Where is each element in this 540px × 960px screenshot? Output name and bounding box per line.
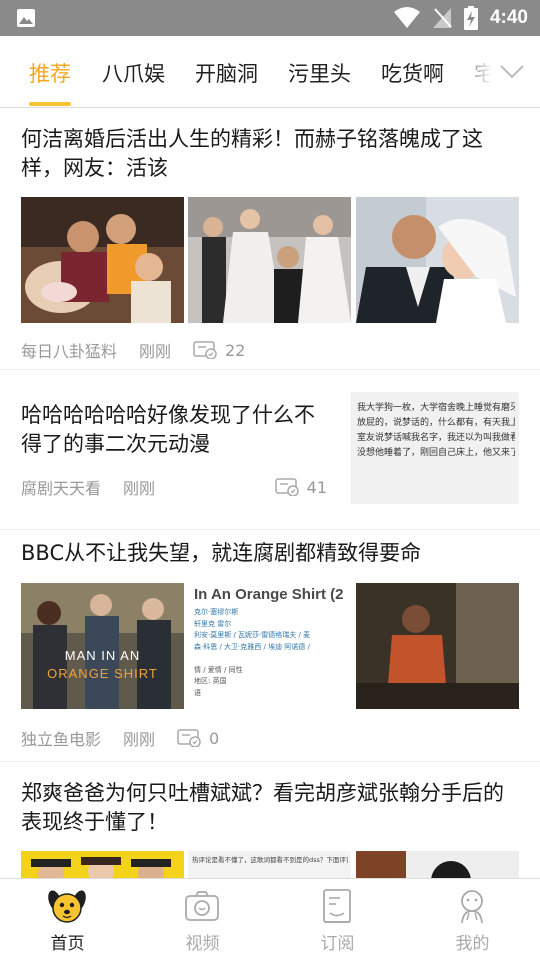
comment-count: 41 [306, 477, 327, 497]
active-tab-indicator [29, 102, 71, 106]
news-meta: 独立鱼电影 刚刚 0 [21, 726, 219, 750]
nav-video[interactable]: 视频 [135, 879, 270, 960]
chevron-down-icon [500, 65, 524, 79]
news-item[interactable]: 郑爽爸爸为何只吐槽斌斌？看完胡彦斌张翰分手后的表现终于懂了！ 热评论是看不懂了，… [0, 762, 540, 878]
tab-naughty[interactable]: 污里头 [288, 58, 351, 88]
news-meta: 腐剧天天看 刚刚 41 [21, 475, 327, 499]
nav-label: 订阅 [320, 934, 355, 954]
nav-label: 视频 [185, 934, 220, 954]
news-item[interactable]: 何洁离婚后活出人生的精彩！而赫子铭落魄成了这样，网友：活该 每日八卦猛料 刚刚 … [0, 108, 540, 370]
dog-mascot-icon [48, 890, 86, 923]
battery-charging-icon [463, 6, 478, 30]
news-source[interactable]: 腐剧天天看 [21, 475, 101, 499]
tab-foodie[interactable]: 吃货啊 [381, 58, 444, 88]
tab-recommend[interactable]: 推荐 [29, 58, 71, 88]
bottom-navigation: 首页 视频 订阅 我的 [0, 878, 540, 960]
news-item[interactable]: 哈哈哈哈哈哈好像发现了什么不得了的事二次元动漫 腐剧天天看 刚刚 41 我大学狗… [0, 370, 540, 530]
news-thumbnail[interactable]: In An Orange Shirt (2 克尔·塞缪尔斯 轩里克 雷尔 利安·… [188, 583, 351, 709]
news-time: 刚刚 [123, 730, 156, 749]
news-item[interactable]: BBC从不让我失望，就连腐剧都精致得要命 MAN IN AN ORANGE SH… [0, 530, 540, 762]
comment-icon [193, 341, 217, 359]
expand-tabs-button[interactable] [484, 36, 540, 107]
news-thumbnail[interactable]: 热评论是看不懂了，这歌词都看不到是的dss？下面评论都是 [188, 851, 351, 878]
category-tabs: 推荐 八爪娱 开脑洞 污里头 吃货啊 宅 [0, 36, 492, 107]
news-time: 刚刚 [123, 479, 156, 498]
film-info-title: In An Orange Shirt (2 [194, 586, 344, 603]
nav-subscribe[interactable]: 订阅 [270, 879, 405, 960]
news-thumbnail[interactable] [21, 851, 184, 878]
tab-brainstorm[interactable]: 开脑洞 [195, 58, 258, 88]
nav-label: 首页 [50, 934, 85, 954]
news-thumbnail[interactable] [21, 197, 184, 323]
no-signal-icon [432, 8, 452, 28]
wifi-icon [393, 7, 420, 28]
comment-icon [274, 478, 299, 496]
news-time: 刚刚 [139, 342, 172, 361]
news-thumbnail[interactable]: MAN IN AN ORANGE SHIRT [21, 583, 184, 709]
comment-icon [177, 729, 201, 747]
news-title[interactable]: 何洁离婚后活出人生的精彩！而赫子铭落魄成了这样，网友：活该 [21, 125, 519, 183]
thumbnail-text: 热评论是看不懂了，这歌词都看不到是的dss？下面评论都是 [192, 856, 348, 864]
thumbnail-text: 我大学狗一枚，大学宿舍晚上睡觉有磨牙的， 放屁的，说梦话的，什么都有，有天我上铺… [357, 403, 515, 458]
news-thumbnail[interactable]: 我大学狗一枚，大学宿舍晚上睡觉有磨牙的， 放屁的，说梦话的，什么都有，有天我上铺… [351, 392, 519, 504]
news-title[interactable]: BBC从不让我失望，就连腐剧都精致得要命 [21, 539, 519, 568]
nav-profile[interactable]: 我的 [405, 879, 540, 960]
news-thumbnail[interactable] [356, 197, 519, 323]
news-meta: 每日八卦猛料 刚刚 22 [21, 338, 245, 362]
news-feed: 何洁离婚后活出人生的精彩！而赫子铭落魄成了这样，网友：活该 每日八卦猛料 刚刚 … [0, 108, 540, 878]
comment-count: 22 [225, 340, 246, 360]
nav-home[interactable]: 首页 [0, 879, 135, 960]
film-info-lines: 克尔·塞缪尔斯 轩里克 雷尔 利安·莫里斯 / 瓦妮莎·雷德格瑞夫 / 麦 森·… [194, 608, 311, 697]
clock: 4:40 [489, 7, 528, 28]
camera-icon [185, 891, 219, 921]
news-source[interactable]: 每日八卦猛料 [21, 338, 117, 362]
tab-entertainment[interactable]: 八爪娱 [102, 58, 165, 88]
profile-icon [461, 890, 483, 924]
poster-title: MAN IN AN ORANGE SHIRT [47, 648, 158, 681]
news-source[interactable]: 独立鱼电影 [21, 726, 101, 750]
news-title[interactable]: 郑爽爸爸为何只吐槽斌斌？看完胡彦斌张翰分手后的表现终于懂了！ [21, 779, 519, 837]
subscribe-doc-icon [323, 889, 351, 923]
category-tab-bar: 推荐 八爪娱 开脑洞 污里头 吃货啊 宅 [0, 36, 540, 108]
comment-count: 0 [209, 728, 220, 748]
status-bar: 4:40 [0, 0, 540, 36]
nav-label: 我的 [455, 934, 490, 954]
news-thumbnail[interactable] [356, 583, 519, 709]
image-notification-icon [17, 9, 35, 27]
news-thumbnail[interactable] [356, 851, 519, 878]
news-title[interactable]: 哈哈哈哈哈哈好像发现了什么不得了的事二次元动漫 [21, 401, 327, 459]
news-thumbnail[interactable] [188, 197, 351, 323]
